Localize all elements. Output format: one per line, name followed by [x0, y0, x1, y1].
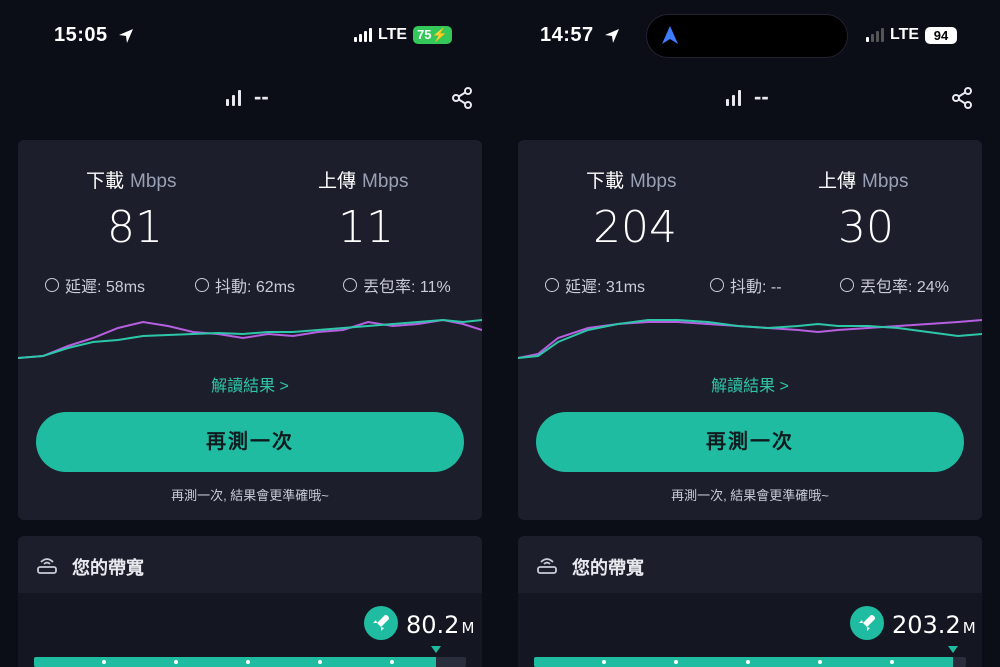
network-label: -- — [754, 84, 769, 109]
download-heading: 下載 Mbps — [86, 171, 177, 192]
loss-stat: 丟包率: 24% — [840, 273, 949, 297]
upload-heading: 上傳 Mbps — [318, 171, 409, 192]
download-value: 204 — [593, 202, 677, 253]
bandwidth-fill — [34, 657, 436, 667]
packet-loss-icon — [343, 278, 357, 292]
latency-icon — [545, 278, 559, 292]
upload-value: 11 — [338, 202, 394, 253]
scale-dot — [318, 660, 322, 664]
scale-dot — [390, 660, 394, 664]
scale-dot — [246, 660, 250, 664]
download-heading: 下載 Mbps — [586, 171, 677, 192]
scale-dot — [818, 660, 822, 664]
jitter-stat: 抖動: 62ms — [195, 273, 295, 297]
bandwidth-meter: 80.2 M — [18, 593, 482, 667]
router-icon — [37, 558, 57, 574]
share-icon[interactable] — [450, 86, 474, 110]
bandwidth-value: 203.2 M — [892, 611, 976, 639]
scale-dot — [890, 660, 894, 664]
status-indicators: LTE 94 — [866, 26, 958, 44]
scale-dot — [174, 660, 178, 664]
cellular-signal-icon — [354, 28, 372, 42]
retest-hint: 再測一次, 結果會更準確哦~ — [671, 488, 829, 503]
status-indicators: LTE 75⚡ — [354, 26, 452, 44]
retest-hint: 再測一次, 結果會更準確哦~ — [171, 488, 329, 503]
bandwidth-track — [534, 657, 966, 667]
result-card: 下載 Mbps 上傳 Mbps 204 30 延遲: 31ms 抖動: -- 丟包率… — [518, 140, 982, 520]
jitter-stat: 抖動: -- — [710, 273, 782, 297]
bandwidth-pointer — [948, 646, 959, 653]
scale-dot — [674, 660, 678, 664]
share-icon[interactable] — [950, 86, 974, 110]
upload-heading: 上傳 Mbps — [818, 171, 909, 192]
speedtest-screen-right: 14:57 LTE 94 -- 下載 Mbps 上傳 Mbps 204 30 延… — [500, 0, 1000, 667]
bandwidth-card: 您的帶寬 80.2 M — [18, 536, 482, 667]
speed-graph — [518, 319, 982, 359]
speed-graph — [18, 318, 482, 359]
jitter-icon — [195, 278, 209, 292]
bandwidth-title: 您的帶寬 — [572, 558, 644, 578]
status-time: 15:05 — [54, 24, 134, 47]
download-value: 81 — [107, 202, 163, 253]
download-line — [18, 318, 482, 359]
latency-stat: 延遲: 31ms — [545, 273, 645, 297]
network-type: LTE — [890, 26, 920, 43]
status-time: 14:57 — [540, 24, 620, 47]
network-type: LTE — [378, 26, 408, 43]
loss-stat: 丟包率: 11% — [343, 273, 451, 297]
download-line — [518, 319, 982, 359]
charging-bolt-icon: ⚡ — [431, 27, 448, 42]
network-label: -- — [254, 84, 269, 109]
bandwidth-track — [34, 657, 466, 667]
signal-bars-icon — [726, 90, 741, 106]
bandwidth-title: 您的帶寬 — [72, 558, 144, 578]
scale-dot — [746, 660, 750, 664]
result-card: 下載 Mbps 上傳 Mbps 81 11 延遲: 58ms 抖動: 62ms 丟包… — [18, 140, 482, 520]
rocket-icon — [850, 606, 884, 640]
bandwidth-pointer — [430, 646, 441, 653]
bandwidth-meter: 203.2 M — [518, 593, 982, 667]
top-bar: -- — [0, 84, 500, 114]
navigation-arrow-icon — [662, 26, 678, 44]
rocket-icon — [364, 606, 398, 640]
bandwidth-card: 您的帶寬 203.2 M — [518, 536, 982, 667]
location-arrow-icon — [604, 28, 619, 43]
dynamic-island — [646, 14, 848, 58]
location-arrow-icon — [118, 28, 133, 43]
upload-value: 30 — [838, 202, 894, 253]
interpret-results-link[interactable]: 解讀結果 > — [518, 372, 982, 396]
retest-button[interactable]: 再測一次 — [536, 412, 964, 472]
retest-button[interactable]: 再測一次 — [36, 412, 464, 472]
jitter-icon — [710, 278, 724, 292]
cellular-signal-icon — [866, 28, 884, 42]
packet-loss-icon — [840, 278, 854, 292]
latency-icon — [45, 278, 59, 292]
battery-indicator: 75⚡ — [413, 26, 452, 44]
battery-indicator: 94 — [925, 26, 958, 44]
router-icon — [537, 558, 557, 574]
top-bar: -- — [500, 84, 1000, 114]
latency-stat: 延遲: 58ms — [45, 273, 145, 297]
signal-bars-icon — [226, 90, 241, 106]
scale-dot — [102, 660, 106, 664]
bandwidth-value: 80.2 M — [406, 611, 475, 639]
interpret-results-link[interactable]: 解讀結果 > — [18, 372, 482, 396]
speedtest-screen-left: 15:05 LTE 75⚡ -- 下載 Mbps 上傳 Mbps 81 11 延… — [0, 0, 500, 667]
scale-dot — [602, 660, 606, 664]
